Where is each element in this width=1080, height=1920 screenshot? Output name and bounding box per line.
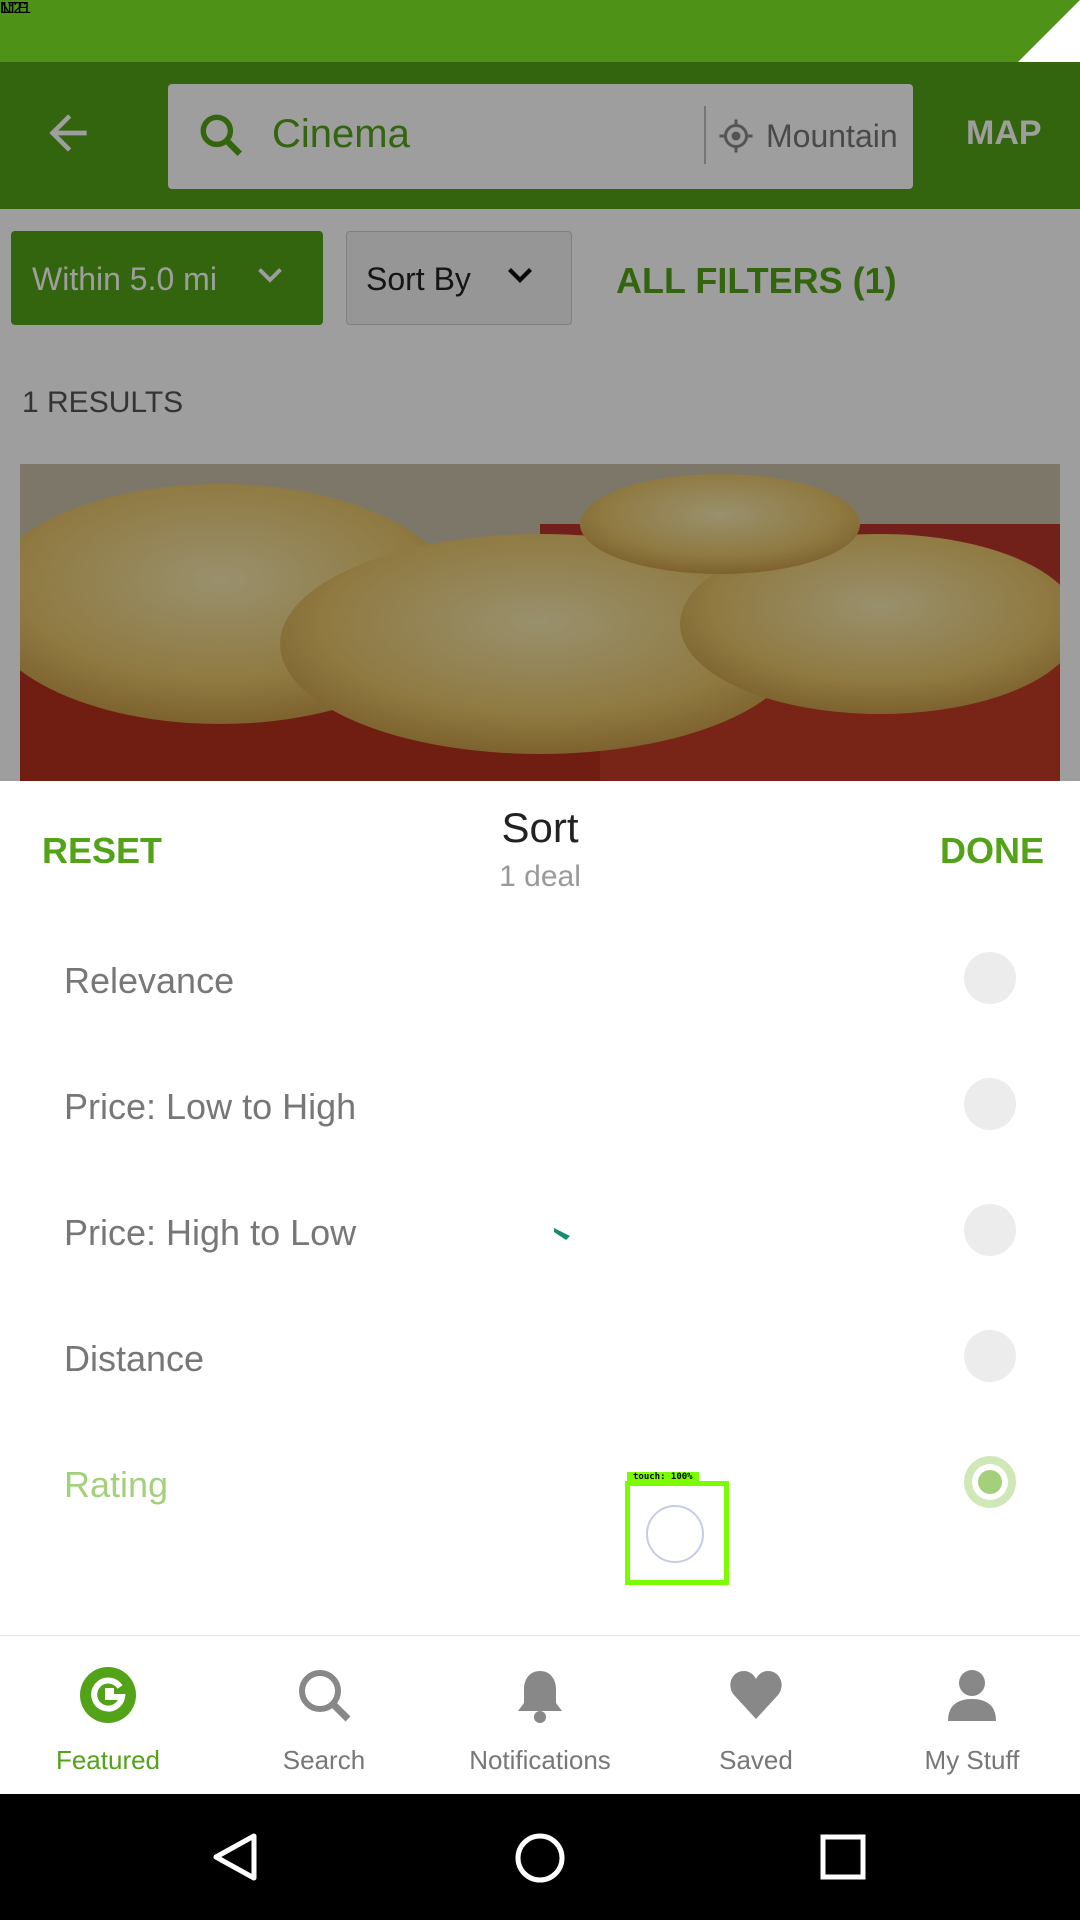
radio-price-low-high[interactable]	[964, 1078, 1016, 1130]
loading-spinner-icon	[554, 1228, 570, 1240]
nav-label-saved: Saved	[719, 1745, 793, 1775]
sort-options-list	[0, 913, 1080, 1635]
sort-option-price-high-low[interactable]: Price: High to Low	[64, 1212, 356, 1254]
sheet-subtitle: 1 deal	[499, 860, 581, 893]
radio-price-high-low[interactable]	[964, 1204, 1016, 1256]
radio-distance[interactable]	[964, 1330, 1016, 1382]
system-back-icon[interactable]	[212, 1832, 258, 1882]
system-recents-icon[interactable]	[820, 1834, 866, 1880]
system-home-icon[interactable]	[514, 1832, 566, 1884]
sort-option-distance[interactable]: Distance	[64, 1338, 204, 1380]
groupon-g-icon	[80, 1667, 136, 1723]
sheet-title: Sort	[501, 804, 579, 851]
nav-label-featured: Featured	[55, 1745, 161, 1775]
touch-point-icon	[646, 1505, 704, 1563]
person-icon	[948, 1670, 996, 1721]
radio-rating-selected[interactable]	[964, 1456, 1016, 1508]
sort-option-price-low-high[interactable]: Price: Low to High	[64, 1086, 356, 1128]
nav-label-notifications: Notifications	[469, 1745, 611, 1775]
done-button[interactable]: DONE	[940, 830, 1044, 872]
reset-button[interactable]: RESET	[42, 830, 162, 872]
sort-option-relevance[interactable]: Relevance	[64, 960, 234, 1002]
sort-option-rating[interactable]: Rating	[64, 1464, 168, 1506]
bell-icon	[518, 1671, 562, 1723]
nav-label-my-stuff: My Stuff	[924, 1745, 1020, 1775]
nav-label-search: Search	[282, 1745, 366, 1775]
modal-scrim[interactable]	[0, 62, 1080, 781]
radio-relevance[interactable]	[964, 952, 1016, 1004]
search-icon	[299, 1670, 351, 1722]
heart-icon	[730, 1671, 782, 1719]
status-time: 1:21	[0, 0, 32, 17]
